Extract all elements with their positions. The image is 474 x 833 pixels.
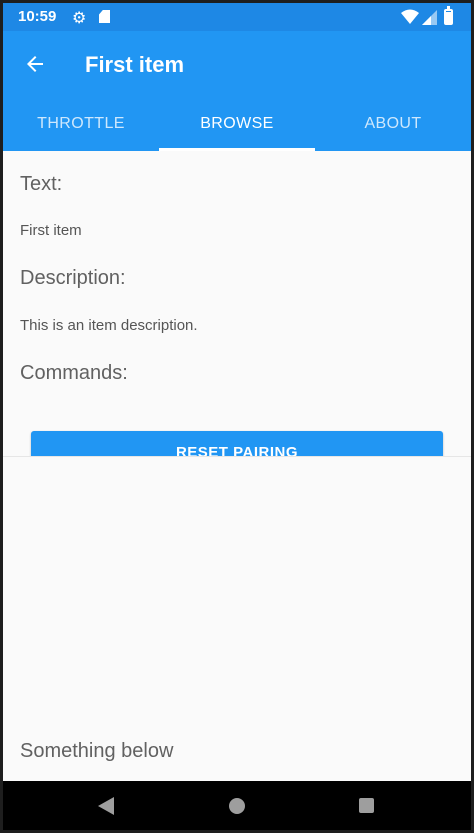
tab-throttle[interactable]: THROTTLE (3, 97, 159, 151)
battery-level (446, 12, 451, 23)
battery-icon (444, 6, 453, 25)
page-title: First item (85, 52, 185, 77)
status-bar: 10:59 ⚙ (3, 3, 471, 31)
gear-icon: ⚙ (72, 10, 87, 27)
tab-label: BROWSE (200, 115, 274, 132)
text-value: First item (20, 222, 82, 239)
wifi-icon (401, 9, 419, 24)
tab-about[interactable]: ABOUT (315, 97, 471, 151)
arrow-left-icon[interactable] (23, 52, 47, 76)
text-label: Text: (20, 173, 63, 195)
sd-card-icon (99, 10, 110, 23)
signal-icon (422, 10, 437, 25)
reset-pairing-button[interactable]: RESET PAIRING (31, 431, 443, 456)
app-bar: First item (3, 31, 471, 97)
commands-label: Commands: (20, 362, 128, 384)
tab-label: ABOUT (364, 115, 422, 132)
tab-label: THROTTLE (37, 115, 125, 132)
description-value: This is an item description. (20, 317, 198, 334)
something-below-text: Something below (20, 740, 174, 762)
back-triangle-icon[interactable] (98, 797, 114, 815)
home-circle-icon[interactable] (229, 798, 245, 814)
tab-bar: THROTTLE BROWSE ABOUT (3, 97, 471, 151)
commands-list: RESET PAIRING (3, 425, 471, 457)
recents-square-icon[interactable] (359, 798, 374, 813)
app-screen: 10:59 ⚙ First item THROTTLE BROWSE ABOUT… (3, 3, 471, 830)
navigation-bar (3, 781, 471, 830)
description-label: Description: (20, 267, 126, 289)
tab-browse[interactable]: BROWSE (159, 97, 315, 151)
status-time: 10:59 (18, 8, 57, 25)
